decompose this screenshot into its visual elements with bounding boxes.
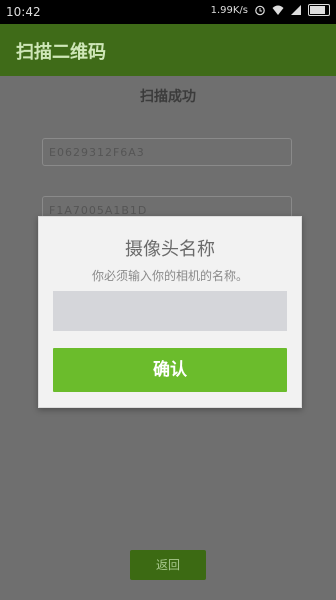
signal-icon: [291, 5, 301, 15]
wifi-icon: [272, 5, 284, 15]
status-icons: 1.99K/s: [211, 4, 330, 16]
battery-icon: [308, 4, 330, 16]
alarm-icon: [255, 5, 265, 16]
app-bar-title: 扫描二维码: [16, 42, 106, 63]
dialog-title: 摄像头名称: [125, 239, 215, 260]
network-speed: 1.99K/s: [210, 4, 248, 16]
dialog-message: 你必须输入你的相机的名称。: [91, 269, 248, 283]
device-id-field[interactable]: E0629312F6A3: [42, 138, 292, 166]
confirm-button[interactable]: 确认: [53, 348, 287, 392]
status-time: 10:42: [6, 5, 41, 19]
app-bar: 扫描二维码: [0, 24, 336, 76]
camera-name-dialog: 摄像头名称 你必须输入你的相机的名称。 确认: [38, 216, 302, 408]
scan-success-label: 扫描成功: [140, 89, 196, 105]
back-button[interactable]: 返回: [130, 550, 206, 580]
camera-name-input[interactable]: [53, 291, 287, 331]
status-bar: 10:42 1.99K/s: [0, 0, 336, 24]
